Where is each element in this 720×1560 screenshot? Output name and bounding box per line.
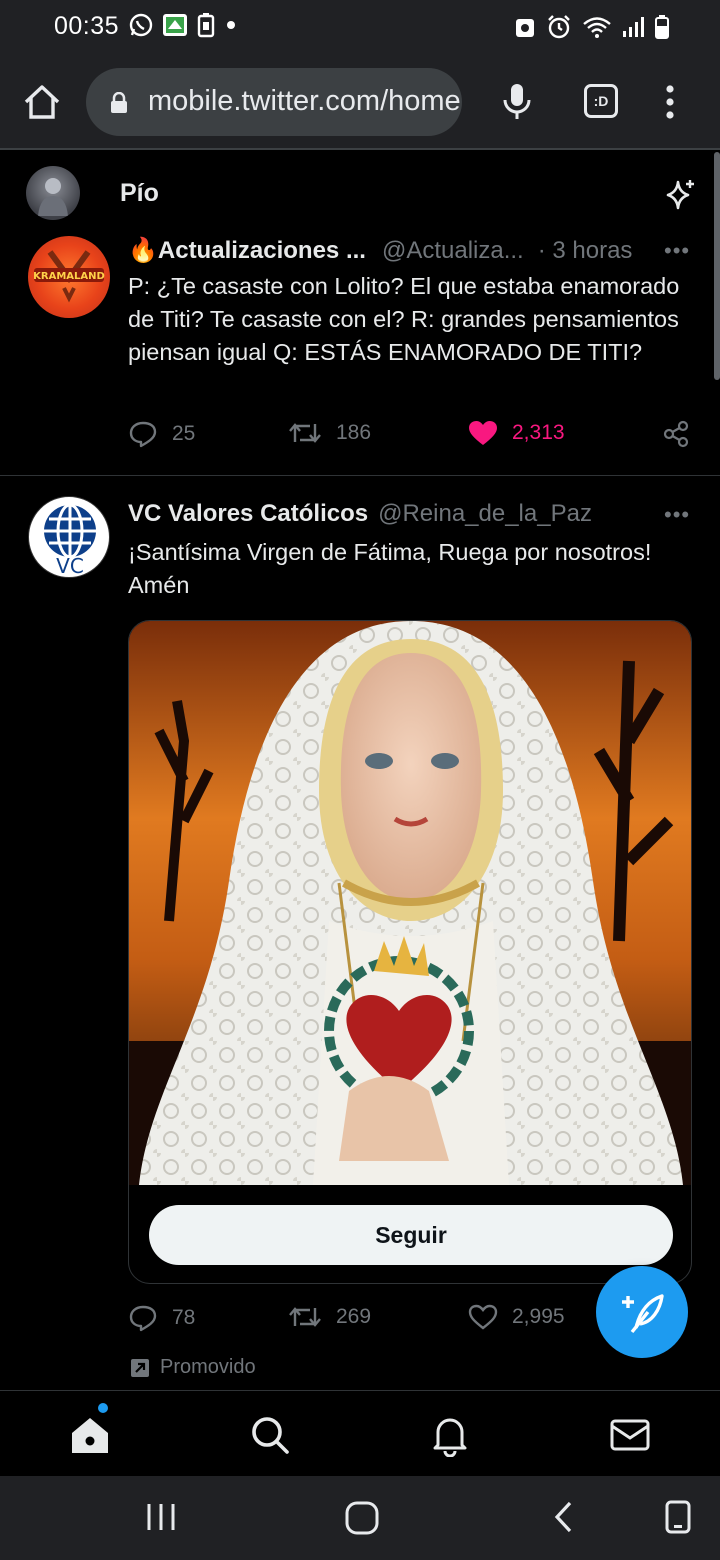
wifi-icon: [583, 17, 611, 38]
battery-icon: [655, 15, 669, 39]
lock-icon: [111, 92, 127, 113]
timeline-header: Pío: [0, 152, 720, 228]
vc-logo-icon: VC: [44, 503, 96, 578]
screenshot-icon[interactable]: [664, 1500, 692, 1534]
avatar-figure-icon: [38, 178, 68, 216]
sparkle-icon[interactable]: [664, 178, 698, 212]
address-bar[interactable]: mobile.twitter.com/home: [86, 68, 462, 136]
signal-icon: [623, 17, 644, 37]
promoted-icon: [131, 1358, 149, 1377]
retweet-icon: [289, 423, 321, 443]
author-avatar[interactable]: KRAMALAND: [28, 236, 110, 318]
like-button[interactable]: 2,995: [468, 1304, 565, 1330]
status-time: 00:35: [54, 12, 120, 40]
reply-count: 25: [172, 422, 196, 445]
recent-apps-icon[interactable]: [144, 1500, 178, 1534]
reply-icon: [129, 421, 157, 448]
notification-icons: [128, 12, 238, 38]
handle[interactable]: @Reina_de_la_Paz: [378, 500, 592, 528]
promoted-label: Promovido: [130, 1356, 256, 1379]
virgin-mary-image[interactable]: [129, 621, 692, 1185]
heart-outline-icon: [468, 1304, 498, 1330]
android-navigation-bar: [0, 1476, 720, 1560]
browser-toolbar: mobile.twitter.com/home :D: [0, 54, 720, 150]
nav-messages[interactable]: [608, 1413, 652, 1457]
promoted-media-card[interactable]: Seguir: [128, 620, 692, 1284]
retweet-button[interactable]: 186: [288, 420, 371, 446]
retweet-count: 186: [336, 421, 372, 444]
home-filled-icon: [72, 1418, 108, 1453]
reply-button[interactable]: 78: [128, 1304, 195, 1332]
svg-text:VC: VC: [56, 554, 84, 578]
dot-icon: [227, 21, 235, 29]
bottom-navigation: [0, 1390, 720, 1476]
reply-count: 78: [172, 1306, 196, 1329]
battery-saver-icon: [197, 13, 215, 38]
svg-text:KRAMALAND: KRAMALAND: [33, 271, 105, 282]
promoted-text: Promovido: [160, 1356, 256, 1378]
nav-home[interactable]: [68, 1403, 112, 1457]
tab-switcher-button[interactable]: :D: [584, 84, 618, 118]
tweet-header: VC Valores Católicos @Reina_de_la_Paz: [128, 500, 592, 528]
android-home-icon[interactable]: [344, 1500, 380, 1536]
profile-avatar[interactable]: [26, 166, 80, 220]
author-avatar[interactable]: VC: [28, 496, 110, 578]
tweet-text: P: ¿Te casaste con Lolito? El que estaba…: [128, 273, 680, 365]
microphone-icon[interactable]: [500, 82, 534, 122]
nav-search[interactable]: [248, 1413, 292, 1457]
page-title: Pío: [120, 179, 159, 207]
retweet-button[interactable]: 269: [288, 1304, 371, 1330]
recycle-icon: [516, 19, 534, 37]
more-options-button[interactable]: •••: [664, 238, 690, 264]
like-count: 2,313: [512, 421, 565, 444]
display-name[interactable]: VC Valores Católicos: [128, 500, 368, 528]
whatsapp-icon: [129, 13, 153, 37]
display-name[interactable]: 🔥Actualizaciones ...: [128, 236, 366, 265]
share-button[interactable]: [662, 420, 690, 448]
tweet-text: ¡Santísima Virgen de Fátima, Ruega por n…: [128, 539, 652, 598]
search-icon: [252, 1417, 289, 1454]
status-bar: 00:35: [0, 0, 720, 54]
share-icon: [663, 420, 689, 448]
like-button[interactable]: 2,313: [468, 420, 565, 446]
bell-icon: [433, 1418, 467, 1458]
back-icon[interactable]: [550, 1500, 578, 1534]
follow-button[interactable]: Seguir: [149, 1205, 673, 1265]
app-notification-icon: [163, 14, 187, 36]
handle[interactable]: @Actualiza...: [382, 237, 524, 265]
more-vert-icon[interactable]: [660, 84, 680, 120]
envelope-icon: [610, 1419, 650, 1451]
tweet-actions: 25 186 2,313: [128, 420, 700, 460]
alarm-icon: [548, 15, 570, 39]
tweet[interactable]: KRAMALAND 🔥Actualizaciones ... @Actualiz…: [0, 228, 720, 476]
like-count: 2,995: [512, 1305, 565, 1328]
home-icon[interactable]: [22, 82, 62, 122]
url-text[interactable]: mobile.twitter.com/home: [148, 85, 461, 118]
kramaland-logo-icon: KRAMALAND: [33, 250, 105, 303]
reply-icon: [129, 1305, 157, 1332]
timestamp[interactable]: · 3 horas: [538, 237, 633, 265]
unread-dot: [98, 1403, 108, 1413]
system-status-icons: [514, 14, 670, 40]
compose-tweet-button[interactable]: [596, 1266, 688, 1358]
nav-notifications[interactable]: [428, 1413, 472, 1458]
tweet-header: 🔥Actualizaciones ... @Actualiza... · 3 h…: [128, 236, 632, 265]
retweet-icon: [289, 1307, 321, 1327]
tweet[interactable]: VC VC Valores Católicos @Reina_de_la_Paz…: [0, 478, 720, 1390]
reply-button[interactable]: 25: [128, 420, 195, 448]
more-options-button[interactable]: •••: [664, 502, 690, 528]
heart-filled-icon: [469, 421, 497, 445]
compose-feather-icon: [622, 1294, 664, 1334]
retweet-count: 269: [336, 1305, 372, 1328]
